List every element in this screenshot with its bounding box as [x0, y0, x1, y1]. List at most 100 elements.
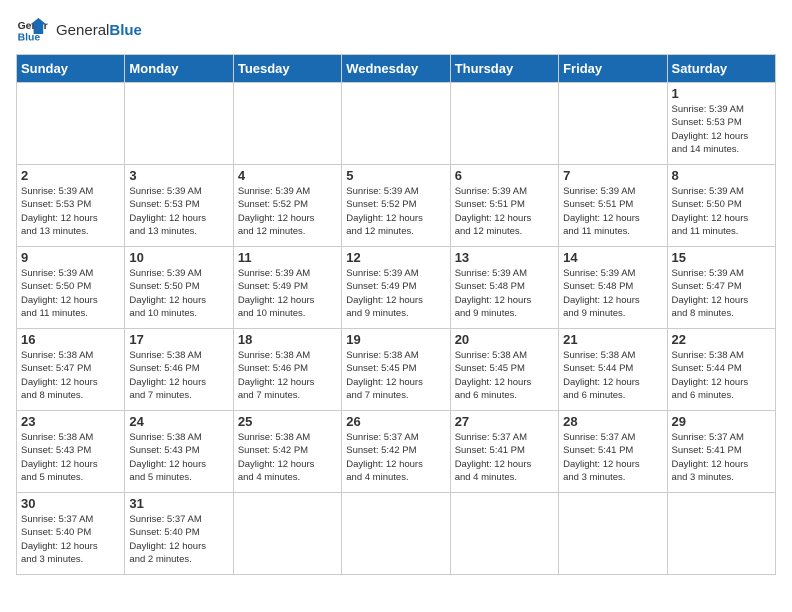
calendar-cell: 21 Sunrise: 5:38 AM Sunset: 5:44 PM Dayli…: [559, 329, 667, 411]
day-info: Sunrise: 5:38 AM Sunset: 5:43 PM Dayligh…: [21, 431, 120, 484]
weekday-header-wednesday: Wednesday: [342, 55, 450, 83]
calendar-cell: 7 Sunrise: 5:39 AM Sunset: 5:51 PM Daylig…: [559, 165, 667, 247]
day-number: 15: [672, 250, 771, 265]
calendar-row: 23 Sunrise: 5:38 AM Sunset: 5:43 PM Dayli…: [17, 411, 776, 493]
day-info: Sunrise: 5:39 AM Sunset: 5:49 PM Dayligh…: [346, 267, 445, 320]
day-info: Sunrise: 5:38 AM Sunset: 5:42 PM Dayligh…: [238, 431, 337, 484]
calendar-cell: 18 Sunrise: 5:38 AM Sunset: 5:46 PM Dayli…: [233, 329, 341, 411]
calendar-cell: [125, 83, 233, 165]
calendar-row: 2 Sunrise: 5:39 AM Sunset: 5:53 PM Daylig…: [17, 165, 776, 247]
calendar-cell: 29 Sunrise: 5:37 AM Sunset: 5:41 PM Dayli…: [667, 411, 775, 493]
day-info: Sunrise: 5:39 AM Sunset: 5:52 PM Dayligh…: [238, 185, 337, 238]
day-number: 19: [346, 332, 445, 347]
day-info: Sunrise: 5:39 AM Sunset: 5:53 PM Dayligh…: [21, 185, 120, 238]
weekday-header-tuesday: Tuesday: [233, 55, 341, 83]
calendar-cell: 28 Sunrise: 5:37 AM Sunset: 5:41 PM Dayli…: [559, 411, 667, 493]
day-number: 12: [346, 250, 445, 265]
calendar-cell: 23 Sunrise: 5:38 AM Sunset: 5:43 PM Dayli…: [17, 411, 125, 493]
day-number: 8: [672, 168, 771, 183]
day-info: Sunrise: 5:37 AM Sunset: 5:42 PM Dayligh…: [346, 431, 445, 484]
weekday-header-friday: Friday: [559, 55, 667, 83]
day-number: 11: [238, 250, 337, 265]
weekday-header-saturday: Saturday: [667, 55, 775, 83]
calendar-cell: [17, 83, 125, 165]
logo: General Blue GeneralBlue: [16, 16, 142, 44]
calendar-cell: 9Sunrise: 5:39 AM Sunset: 5:50 PM Daylig…: [17, 247, 125, 329]
calendar-cell: 27Sunrise: 5:37 AM Sunset: 5:41 PM Dayli…: [450, 411, 558, 493]
day-info: Sunrise: 5:37 AM Sunset: 5:41 PM Dayligh…: [563, 431, 662, 484]
calendar-cell: [667, 493, 775, 575]
calendar-cell: 20Sunrise: 5:38 AM Sunset: 5:45 PM Dayli…: [450, 329, 558, 411]
calendar-cell: 10 Sunrise: 5:39 AM Sunset: 5:50 PM Dayli…: [125, 247, 233, 329]
logo-text: GeneralBlue: [56, 22, 142, 39]
day-info: Sunrise: 5:38 AM Sunset: 5:47 PM Dayligh…: [21, 349, 120, 402]
day-info: Sunrise: 5:38 AM Sunset: 5:44 PM Dayligh…: [563, 349, 662, 402]
calendar-cell: [233, 83, 341, 165]
day-info: Sunrise: 5:39 AM Sunset: 5:53 PM Dayligh…: [129, 185, 228, 238]
day-number: 23: [21, 414, 120, 429]
day-info: Sunrise: 5:38 AM Sunset: 5:44 PM Dayligh…: [672, 349, 771, 402]
calendar-cell: 14Sunrise: 5:39 AM Sunset: 5:48 PM Dayli…: [559, 247, 667, 329]
day-number: 2: [21, 168, 120, 183]
calendar-cell: 31 Sunrise: 5:37 AM Sunset: 5:40 PM Dayli…: [125, 493, 233, 575]
day-number: 28: [563, 414, 662, 429]
header: General Blue GeneralBlue: [16, 16, 776, 44]
calendar-cell: 11Sunrise: 5:39 AM Sunset: 5:49 PM Dayli…: [233, 247, 341, 329]
calendar-cell: [559, 493, 667, 575]
day-number: 9: [21, 250, 120, 265]
calendar-cell: [559, 83, 667, 165]
day-number: 30: [21, 496, 120, 511]
weekday-header-thursday: Thursday: [450, 55, 558, 83]
calendar-cell: 22Sunrise: 5:38 AM Sunset: 5:44 PM Dayli…: [667, 329, 775, 411]
day-info: Sunrise: 5:39 AM Sunset: 5:53 PM Dayligh…: [672, 103, 771, 156]
calendar-cell: 6Sunrise: 5:39 AM Sunset: 5:51 PM Daylig…: [450, 165, 558, 247]
calendar-row: 9 Sunrise: 5:39 AM Sunset: 5:50 PM Daylig…: [17, 247, 776, 329]
weekday-header-monday: Monday: [125, 55, 233, 83]
calendar-cell: 25 Sunrise: 5:38 AM Sunset: 5:42 PM Dayli…: [233, 411, 341, 493]
day-number: 3: [129, 168, 228, 183]
calendar-cell: [450, 493, 558, 575]
day-info: Sunrise: 5:39 AM Sunset: 5:51 PM Dayligh…: [455, 185, 554, 238]
day-info: Sunrise: 5:38 AM Sunset: 5:46 PM Dayligh…: [129, 349, 228, 402]
calendar-cell: [233, 493, 341, 575]
day-number: 24: [129, 414, 228, 429]
calendar-cell: 15Sunrise: 5:39 AM Sunset: 5:47 PM Dayli…: [667, 247, 775, 329]
day-number: 4: [238, 168, 337, 183]
calendar-cell: 26 Sunrise: 5:37 AM Sunset: 5:42 PM Dayli…: [342, 411, 450, 493]
day-info: Sunrise: 5:37 AM Sunset: 5:40 PM Dayligh…: [129, 513, 228, 566]
day-info: Sunrise: 5:39 AM Sunset: 5:50 PM Dayligh…: [129, 267, 228, 320]
calendar-cell: 17 Sunrise: 5:38 AM Sunset: 5:46 PM Dayli…: [125, 329, 233, 411]
day-info: Sunrise: 5:37 AM Sunset: 5:41 PM Dayligh…: [672, 431, 771, 484]
day-info: Sunrise: 5:38 AM Sunset: 5:46 PM Dayligh…: [238, 349, 337, 402]
calendar: SundayMondayTuesdayWednesdayThursdayFrid…: [16, 54, 776, 575]
day-number: 29: [672, 414, 771, 429]
day-number: 18: [238, 332, 337, 347]
day-number: 21: [563, 332, 662, 347]
day-number: 1: [672, 86, 771, 101]
calendar-cell: 4 Sunrise: 5:39 AM Sunset: 5:52 PM Daylig…: [233, 165, 341, 247]
logo-icon: General Blue: [16, 16, 48, 44]
calendar-cell: [450, 83, 558, 165]
day-number: 10: [129, 250, 228, 265]
day-number: 14: [563, 250, 662, 265]
day-number: 20: [455, 332, 554, 347]
day-info: Sunrise: 5:38 AM Sunset: 5:45 PM Dayligh…: [346, 349, 445, 402]
day-number: 26: [346, 414, 445, 429]
day-info: Sunrise: 5:39 AM Sunset: 5:48 PM Dayligh…: [455, 267, 554, 320]
calendar-cell: 8 Sunrise: 5:39 AM Sunset: 5:50 PM Daylig…: [667, 165, 775, 247]
day-number: 31: [129, 496, 228, 511]
day-number: 17: [129, 332, 228, 347]
calendar-cell: 24Sunrise: 5:38 AM Sunset: 5:43 PM Dayli…: [125, 411, 233, 493]
day-info: Sunrise: 5:37 AM Sunset: 5:40 PM Dayligh…: [21, 513, 120, 566]
calendar-cell: 16Sunrise: 5:38 AM Sunset: 5:47 PM Dayli…: [17, 329, 125, 411]
day-number: 25: [238, 414, 337, 429]
day-info: Sunrise: 5:39 AM Sunset: 5:51 PM Dayligh…: [563, 185, 662, 238]
calendar-cell: [342, 83, 450, 165]
day-number: 5: [346, 168, 445, 183]
day-info: Sunrise: 5:39 AM Sunset: 5:50 PM Dayligh…: [672, 185, 771, 238]
weekday-header-sunday: Sunday: [17, 55, 125, 83]
day-number: 7: [563, 168, 662, 183]
calendar-cell: 2 Sunrise: 5:39 AM Sunset: 5:53 PM Daylig…: [17, 165, 125, 247]
calendar-cell: 3 Sunrise: 5:39 AM Sunset: 5:53 PM Daylig…: [125, 165, 233, 247]
calendar-cell: 1 Sunrise: 5:39 AM Sunset: 5:53 PM Daylig…: [667, 83, 775, 165]
